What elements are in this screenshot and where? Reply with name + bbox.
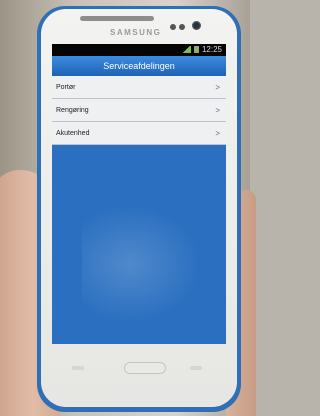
menu-key[interactable] <box>72 366 84 370</box>
home-button[interactable] <box>124 362 166 374</box>
list-item-rengoring[interactable]: Rengøring > <box>52 99 226 122</box>
front-camera-icon <box>192 21 201 30</box>
page-title: Serviceafdelingen <box>52 56 226 76</box>
list-item-label: Akutenhed <box>56 130 90 137</box>
chevron-right-icon: > <box>215 106 220 115</box>
earpiece-speaker <box>80 16 154 21</box>
status-bar: 12:25 <box>52 44 226 56</box>
list-item-label: Portør <box>56 84 76 91</box>
chevron-right-icon: > <box>215 129 220 138</box>
battery-icon <box>193 46 199 53</box>
list-item-portor[interactable]: Portør > <box>52 76 226 99</box>
back-key[interactable] <box>190 366 202 370</box>
service-list: Portør > Rengøring > Akutenhed > <box>52 76 226 145</box>
phone-screen: 12:25 Serviceafdelingen Portør > Rengøri… <box>52 44 226 344</box>
proximity-sensor <box>170 24 176 30</box>
status-icons: 12:25 <box>181 45 222 54</box>
status-time: 12:25 <box>201 45 222 54</box>
list-item-label: Rengøring <box>56 107 89 114</box>
chevron-right-icon: > <box>215 83 220 92</box>
list-item-akutenhed[interactable]: Akutenhed > <box>52 122 226 145</box>
brand-logo: SAMSUNG <box>110 28 162 37</box>
screen-reflection <box>82 204 202 324</box>
light-sensor <box>179 24 185 30</box>
signal-icon <box>181 46 191 53</box>
